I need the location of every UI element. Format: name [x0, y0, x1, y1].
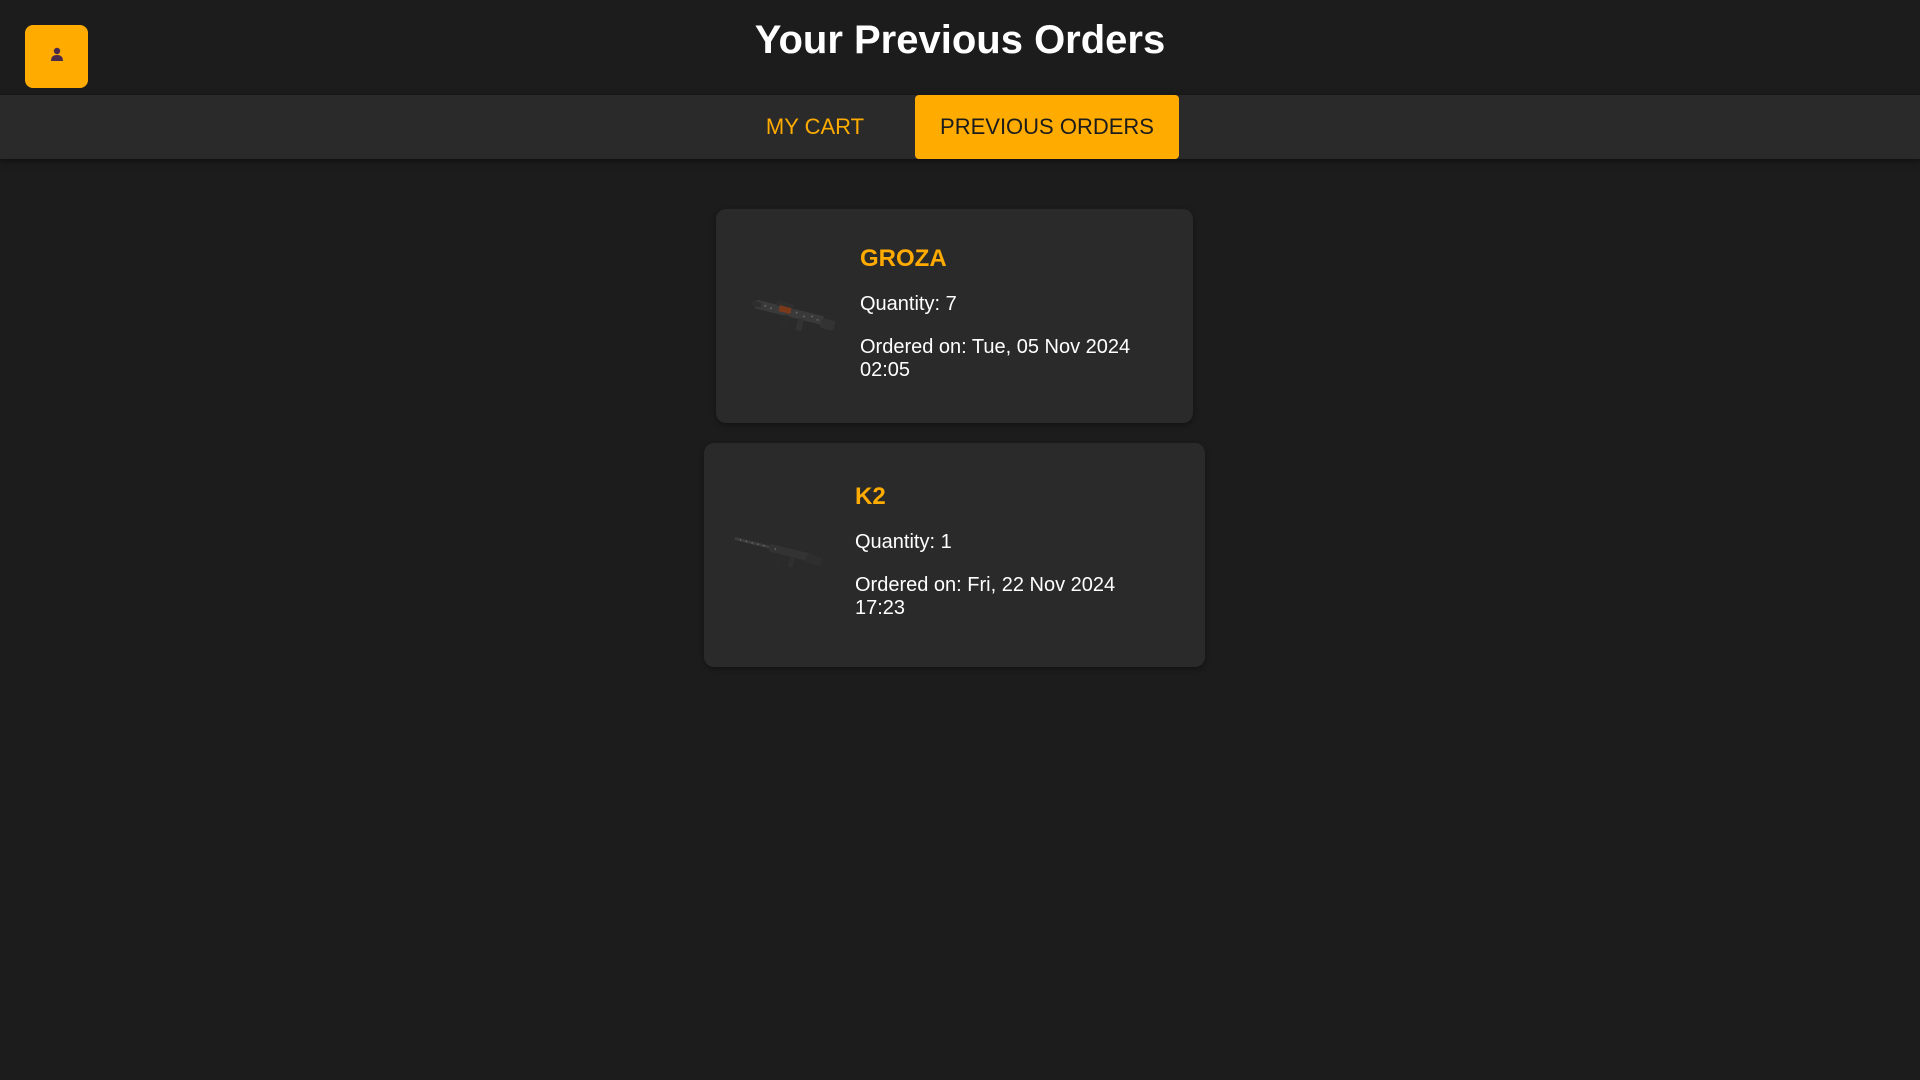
tab-bar: MY CART PREVIOUS ORDERS	[0, 95, 1920, 159]
tab-my-cart[interactable]: MY CART	[740, 95, 890, 159]
order-quantity: Quantity: 7	[860, 293, 957, 315]
order-item-name: GROZA	[860, 245, 947, 272]
order-card: GROZA Quantity: 7 Ordered on: Tue, 05 No…	[716, 209, 1193, 423]
order-card: K2 Quantity: 1 Ordered on: Fri, 22 Nov 2…	[704, 443, 1205, 667]
order-date: Ordered on: Fri, 22 Nov 2024 17:23	[855, 574, 1116, 619]
k2-rifle-image	[729, 521, 829, 581]
order-info: GROZA Quantity: 7 Ordered on: Tue, 05 No…	[860, 245, 1160, 382]
order-item-name: K2	[855, 483, 886, 510]
header: Your Previous Orders	[0, 0, 1920, 95]
tab-previous-orders[interactable]: PREVIOUS ORDERS	[915, 95, 1179, 159]
order-date: Ordered on: Tue, 05 Nov 2024 02:05	[860, 336, 1131, 381]
groza-rifle-image	[744, 285, 844, 345]
order-info: K2 Quantity: 1 Ordered on: Fri, 22 Nov 2…	[855, 483, 1155, 620]
order-quantity: Quantity: 1	[855, 531, 952, 553]
page-title: Your Previous Orders	[754, 18, 1166, 62]
